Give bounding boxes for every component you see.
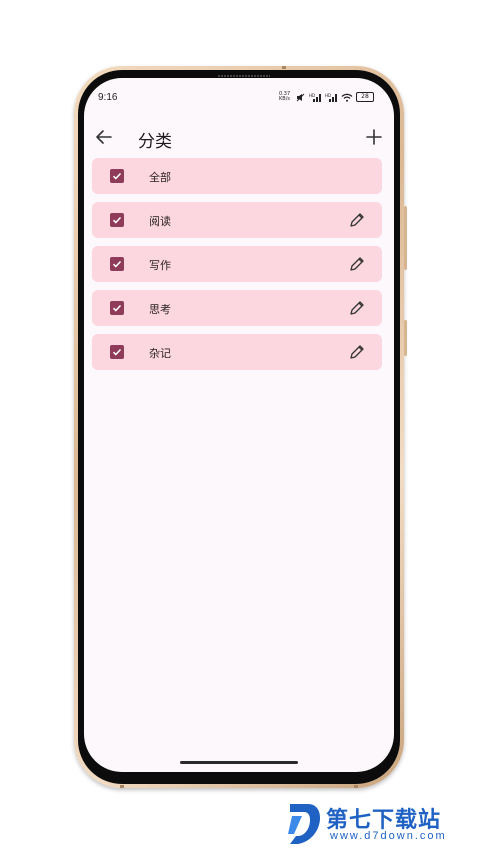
edit-pencil-icon[interactable]: [348, 211, 366, 229]
category-list: 全部 阅读 写作 思考 杂记: [92, 158, 382, 378]
app-bar: 分类: [84, 122, 394, 154]
signal-icon: HD: [325, 93, 337, 102]
category-label: 阅读: [149, 215, 171, 228]
category-label: 杂记: [149, 347, 171, 360]
svg-text:HD: HD: [309, 93, 315, 98]
edit-pencil-icon[interactable]: [348, 299, 366, 317]
category-label: 写作: [149, 259, 171, 272]
category-row[interactable]: 写作: [92, 246, 382, 282]
edit-pencil-icon[interactable]: [348, 343, 366, 361]
status-bar: 9:16 0.37 KB/s HD HD 28: [84, 90, 394, 106]
check-icon: [112, 304, 122, 312]
net-speed: 0.37 KB/s: [279, 91, 291, 102]
screen: 9:16 0.37 KB/s HD HD 28 分类 全部 阅读 写作 思考 杂…: [84, 78, 394, 772]
battery-level: 28: [361, 93, 369, 100]
status-time: 9:16: [98, 92, 118, 103]
check-icon: [112, 348, 122, 356]
antenna-band: [354, 785, 358, 788]
category-checkbox[interactable]: [110, 213, 124, 227]
category-checkbox[interactable]: [110, 301, 124, 315]
watermark-url: www.d7down.com: [330, 830, 447, 842]
category-checkbox[interactable]: [110, 257, 124, 271]
antenna-band: [282, 66, 286, 69]
back-arrow-icon[interactable]: [92, 125, 116, 149]
earpiece-speaker: [218, 75, 270, 77]
signal-icon: HD: [309, 93, 321, 102]
check-icon: [112, 172, 122, 180]
status-icons: 0.37 KB/s HD HD 28: [279, 92, 374, 102]
check-icon: [112, 260, 122, 268]
page-title: 分类: [138, 132, 172, 152]
add-icon[interactable]: [362, 125, 386, 149]
svg-text:HD: HD: [325, 93, 331, 98]
category-label: 思考: [149, 303, 171, 316]
category-row[interactable]: 全部: [92, 158, 382, 194]
site-logo-icon: [288, 804, 320, 844]
antenna-band: [120, 785, 124, 788]
phone-bezel: 9:16 0.37 KB/s HD HD 28 分类 全部 阅读 写作 思考 杂…: [78, 70, 400, 784]
category-row[interactable]: 杂记: [92, 334, 382, 370]
home-indicator[interactable]: [180, 761, 298, 764]
category-label: 全部: [149, 171, 171, 184]
phone-frame: 9:16 0.37 KB/s HD HD 28 分类 全部 阅读 写作 思考 杂…: [74, 66, 407, 788]
volume-button: [404, 206, 407, 270]
edit-pencil-icon[interactable]: [348, 255, 366, 273]
watermark: 第七下载站 www.d7down.com: [282, 800, 478, 850]
category-checkbox[interactable]: [110, 345, 124, 359]
power-button: [404, 320, 407, 356]
wifi-icon: [341, 93, 353, 102]
category-checkbox[interactable]: [110, 169, 124, 183]
category-row[interactable]: 思考: [92, 290, 382, 326]
mute-icon: [296, 93, 305, 101]
category-row[interactable]: 阅读: [92, 202, 382, 238]
battery-icon: 28: [356, 92, 374, 102]
check-icon: [112, 216, 122, 224]
